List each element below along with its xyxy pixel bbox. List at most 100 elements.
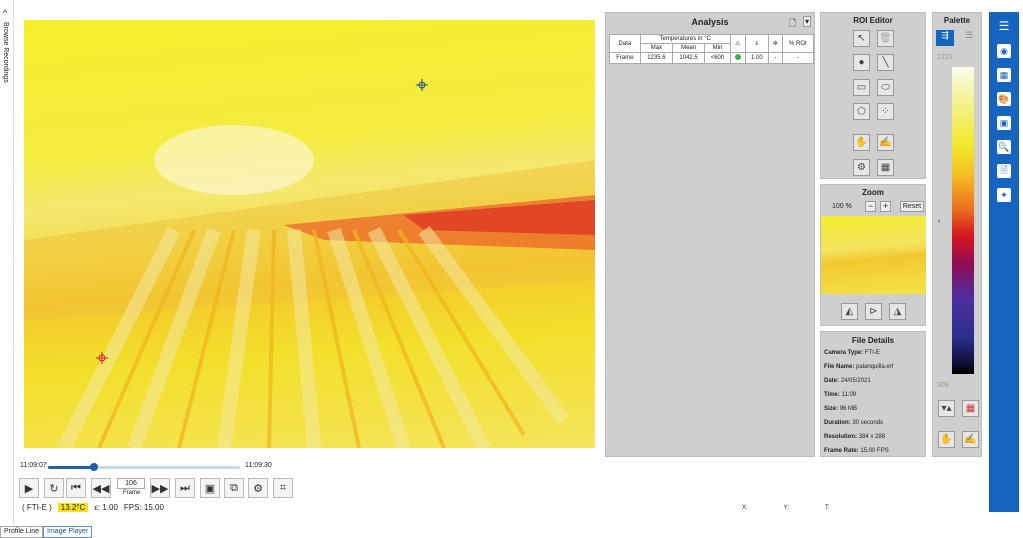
palette-colors-icon[interactable]: ▦	[962, 400, 979, 417]
timeline-start: 11:09:07	[20, 462, 47, 469]
palette-title: Palette	[943, 16, 971, 25]
status-bar: ( FTI-E ) 13.2°C ε: 1.00 FPS: 15.00	[22, 503, 164, 512]
thermal-image[interactable]	[24, 20, 595, 448]
grid-icon[interactable]: ▦	[877, 159, 894, 176]
bottom-tabs: Profile Line Image Player	[0, 526, 93, 538]
last-frame-button[interactable]: ⏭	[175, 478, 195, 498]
browse-recordings-strip[interactable]: ^ Browse Recordings	[0, 0, 14, 525]
report-icon[interactable]: 🗎	[997, 164, 1011, 178]
frame-input[interactable]: 106	[117, 478, 145, 489]
skip-end-icon: ⏭	[180, 481, 190, 494]
fit-icon[interactable]: ◭	[841, 303, 858, 320]
grid-icon[interactable]: ▦	[997, 68, 1011, 82]
rewind-icon: ◀◀	[92, 482, 110, 495]
ellipse-tool-icon[interactable]: ⬭	[877, 79, 894, 96]
tab-image-player[interactable]: Image Player	[43, 526, 93, 538]
timeline-progress	[48, 466, 95, 469]
snapshot-button[interactable]: ▣	[200, 478, 220, 498]
roi-paste-icon[interactable]: ✍	[877, 134, 894, 151]
chevron-left-icon[interactable]: ‹	[938, 218, 940, 225]
palette-icon[interactable]: 🎨	[997, 92, 1011, 106]
col-epsilon: ε	[744, 34, 769, 53]
first-frame-button[interactable]: ⏮	[66, 478, 86, 498]
fps-text: FPS: 15.00	[123, 503, 164, 512]
zoom-out-button[interactable]: −	[865, 201, 876, 212]
select-tool-icon[interactable]: ↖	[853, 30, 870, 47]
palette-paste-icon[interactable]: ✍	[962, 431, 979, 448]
export-button[interactable]: ⧉	[224, 478, 244, 498]
file-resolution: Resolution: 384 x 288	[824, 434, 886, 440]
zoom-title: Zoom	[862, 188, 884, 197]
loop-button[interactable]: ↻	[44, 478, 64, 498]
frame-label: Frame	[123, 490, 141, 496]
palette-copy-icon[interactable]: ✋	[938, 431, 955, 448]
emissivity-text: ε: 1.00	[94, 503, 118, 512]
search-icon[interactable]: 🔍	[997, 140, 1011, 154]
coord-y: Y:	[783, 505, 790, 511]
file-time: Time: 11:09	[824, 392, 857, 398]
file-date: Date: 24/05/2021	[824, 378, 871, 384]
zoom-preview[interactable]	[821, 216, 926, 294]
image-settings-icon[interactable]: ▣	[997, 116, 1011, 130]
forward-button[interactable]: ▶▶	[150, 478, 170, 498]
cursor-coords: X: Y: T:	[742, 505, 830, 511]
reflected-icon: ✲	[767, 34, 783, 53]
tab-profile-line[interactable]: Profile Line	[0, 526, 44, 538]
tools-icon[interactable]: ✦	[997, 188, 1011, 202]
export-icon[interactable]: 🗋	[789, 16, 796, 32]
point-tool-icon[interactable]: ●	[853, 54, 870, 71]
timeline-knob[interactable]	[90, 463, 99, 471]
rewind-button[interactable]: ◀◀	[91, 478, 111, 498]
flip-horizontal-icon[interactable]: ⊳	[865, 303, 882, 320]
thermal-scene	[24, 79, 595, 448]
settings-button[interactable]: ⚙	[248, 478, 268, 498]
file-size: Size: 96 MB	[824, 406, 858, 412]
file-name: File Name: palanquilla.erf	[824, 364, 894, 370]
roi-editor-title: ROI Editor	[853, 16, 893, 25]
export-icon: ⧉	[230, 481, 238, 494]
palette-max[interactable]: 1223	[937, 54, 953, 61]
analysis-title: Analysis	[691, 17, 729, 27]
fast-forward-icon: ▶▶	[151, 482, 169, 495]
skip-start-icon: ⏮	[71, 481, 81, 494]
image-icon: ▣	[204, 482, 216, 495]
palette-list-icon[interactable]: ☰	[960, 30, 978, 46]
color-scale-bar	[952, 67, 974, 374]
menu-icon[interactable]: ☰	[997, 19, 1011, 33]
col-min: Min	[704, 43, 731, 53]
status-dot-icon	[729, 52, 746, 64]
roi-editor-panel: ROI Editor ↖ 🗑 ● ╲ ▭ ⬭ ⬠ ⁘ ✋ ✍ ⚙ ▦	[820, 12, 926, 179]
polygon-tool-icon[interactable]: ⬠	[853, 103, 870, 120]
palette-mode-icon[interactable]: ⇶	[936, 30, 954, 46]
line-tool-icon[interactable]: ╲	[877, 54, 894, 71]
camera-icon[interactable]: ◉	[997, 44, 1011, 58]
play-icon: ▶	[24, 482, 34, 495]
mirror-icon[interactable]: ◮	[889, 303, 906, 320]
chevron-down-icon[interactable]: ▾	[803, 16, 812, 27]
table-row[interactable]: Frame 1235.6 1042.5 <600 1.00 - -	[609, 52, 815, 64]
gear-icon[interactable]: ⚙	[853, 159, 870, 176]
collapse-arrow-icon[interactable]: ^	[3, 8, 7, 18]
ambient-temp-badge[interactable]: 13.2°C	[57, 503, 89, 512]
alarm-icon: ⚠	[729, 34, 746, 53]
timeline-end: 11:09:30	[245, 462, 272, 469]
palette-swap-icon[interactable]: ▾▴	[938, 400, 955, 417]
crop-button[interactable]: ⌗	[273, 478, 293, 498]
zoom-in-button[interactable]: +	[880, 201, 891, 212]
crop-icon: ⌗	[279, 481, 287, 494]
play-button[interactable]: ▶	[19, 478, 39, 498]
file-details-title: File Details	[851, 336, 895, 345]
camera-source: ( FTI-E )	[22, 503, 52, 512]
temps-group: Temperatures in °C	[639, 34, 731, 44]
multipoint-tool-icon[interactable]: ⁘	[877, 103, 894, 120]
palette-min[interactable]: 309	[937, 382, 949, 389]
col-max: Max	[639, 43, 674, 53]
delete-icon[interactable]: 🗑	[877, 30, 894, 47]
analysis-panel: Analysis 🗋 ▾ Data Temperatures in °C ⚠ ε…	[605, 12, 815, 457]
roi-copy-icon[interactable]: ✋	[853, 134, 870, 151]
crosshair-icon	[416, 79, 428, 91]
loop-icon: ↻	[49, 482, 59, 495]
rectangle-tool-icon[interactable]: ▭	[853, 79, 870, 96]
zoom-reset-button[interactable]: Reset	[900, 201, 924, 212]
analysis-table: Data Temperatures in °C ⚠ ε ✲ % ROI Max …	[609, 34, 815, 64]
